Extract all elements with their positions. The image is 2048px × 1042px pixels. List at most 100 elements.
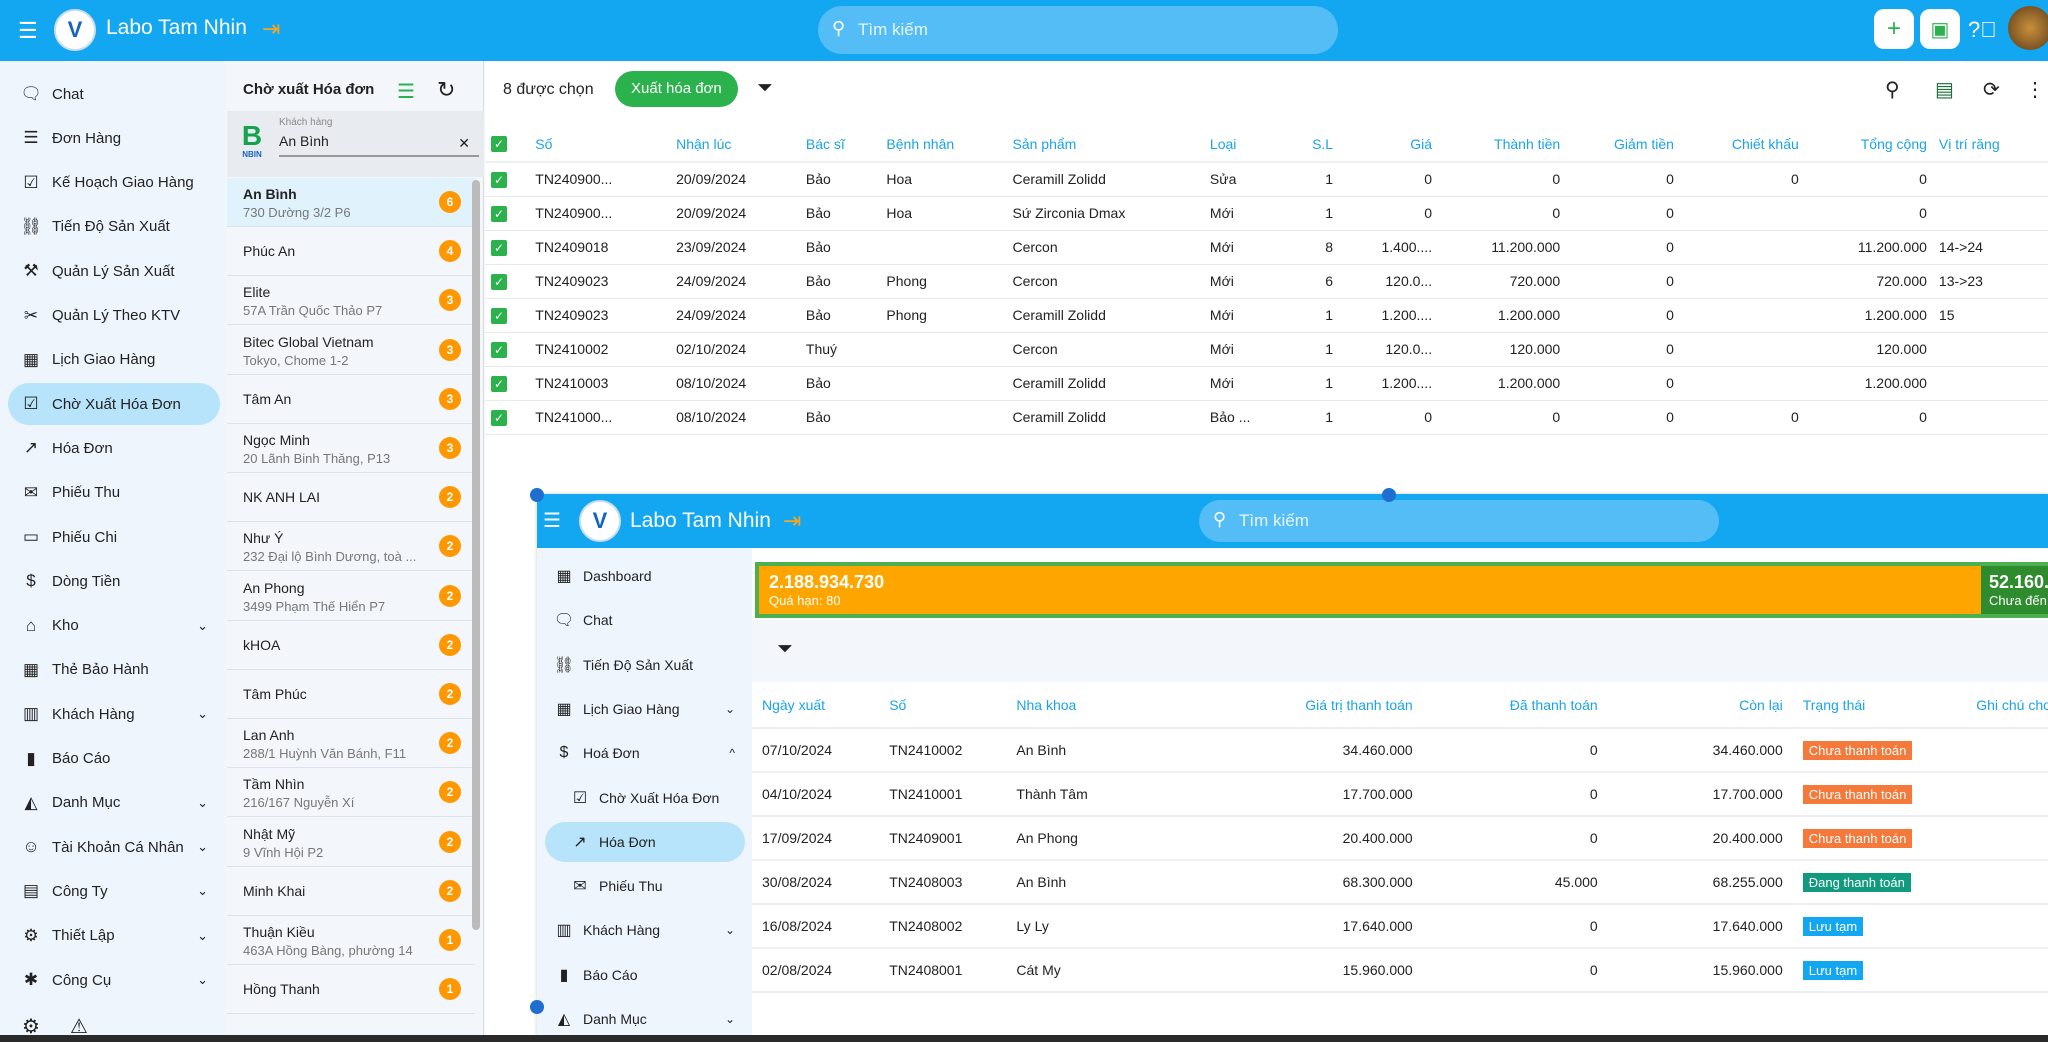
sidebar-item[interactable]: ▭ Phiếu Chi — [8, 516, 220, 558]
sort-filter-icon[interactable]: ☰ — [397, 79, 415, 104]
customer-list-item[interactable]: Như Ý 232 Đại lộ Bình Dương, toà ... 2 — [227, 522, 475, 572]
logout-icon[interactable]: ⇥ — [783, 508, 801, 534]
table-row[interactable]: ✓ TN241000... 08/10/2024 Bảo Ceramill Zolidd… — [485, 400, 2048, 435]
customer-list-item[interactable]: Tâm Phúc 2 — [227, 670, 475, 719]
table-row[interactable]: ✓ TN240900... 20/09/2024 Bảo Hoa Sứ Zirconia … — [485, 196, 2048, 231]
customer-field[interactable]: An Bình — [279, 133, 479, 157]
table-row[interactable]: ✓ TN2409023 24/09/2024 Bảo Phong Ceramill Zol… — [485, 298, 2048, 333]
column-header[interactable]: Vị trí răng — [1932, 126, 2048, 163]
sidebar-item[interactable]: ▦ Lịch Giao Hàng — [8, 339, 220, 381]
clear-icon[interactable]: ✕ — [458, 135, 470, 152]
resize-handle[interactable] — [1382, 488, 1396, 502]
select-all-checkbox[interactable]: ✓ — [485, 126, 530, 163]
row-checkbox[interactable]: ✓ — [485, 400, 530, 435]
table-row[interactable]: ✓ TN2409018 23/09/2024 Bảo Cercon Mới 8 1.400..… — [485, 230, 2048, 265]
table-row[interactable]: ✓ TN240900... 20/09/2024 Bảo Hoa Ceramill Zol… — [485, 162, 2048, 197]
sidebar-item[interactable]: ⛓ Tiến Độ Sản Xuất — [8, 206, 220, 248]
filter-icon[interactable]: ⏷ — [777, 638, 793, 661]
sidebar-item[interactable]: ✉ Phiếu Thu — [8, 472, 220, 514]
sidebar-item[interactable]: ◭ Danh Mục ⌄ — [8, 782, 220, 824]
list-scrollbar[interactable] — [472, 180, 480, 930]
sidebar-item[interactable]: ⌂ Kho ⌄ — [8, 605, 220, 647]
table-row[interactable]: 04/10/2024 TN2410001 Thành Tâm 17.700.000 0 1… — [752, 772, 2048, 817]
sidebar-item[interactable]: ☺ Tài Khoản Cá Nhân ⌄ — [8, 826, 220, 868]
filter-icon[interactable]: ⏷ — [757, 77, 773, 100]
customer-list-item[interactable]: Bitec Global Vietnam Tokyo, Chome 1-2 3 — [227, 326, 475, 375]
add-button[interactable]: + — [1874, 9, 1914, 49]
column-header[interactable]: Sản phẩm — [1006, 126, 1204, 163]
column-header[interactable]: Giảm tiền — [1566, 126, 1680, 163]
resize-handle[interactable] — [530, 488, 544, 502]
sidebar-item[interactable]: ☑ Chờ Xuất Hóa Đơn — [8, 383, 220, 426]
table-row[interactable]: 17/09/2024 TN2409001 An Phong 20.400.000 0 20… — [752, 816, 2048, 861]
overlay-sidebar-item[interactable]: ▥ Khách Hàng ⌄ — [545, 910, 745, 950]
overlay-sidebar-item[interactable]: ▦ Dashboard — [545, 556, 745, 596]
logout-icon[interactable]: ⇥ — [262, 16, 280, 42]
search-input[interactable]: ⚲ Tìm kiếm — [1199, 500, 1719, 542]
customer-list-item[interactable]: Minh Khai 2 — [227, 867, 475, 916]
table-row[interactable]: 30/08/2024 TN2408003 An Bình 68.300.000 45.0… — [752, 860, 2048, 905]
overlay-sidebar-item[interactable]: $ Hoá Đơn ^ — [545, 733, 745, 773]
customer-filter[interactable]: B NBIN Khách hàng An Bình ✕ — [227, 111, 484, 177]
customer-list-item[interactable]: Lan Anh 288/1 Huỳnh Văn Bánh, F11 2 — [227, 719, 475, 769]
sidebar-item[interactable]: ✂ Quản Lý Theo KTV — [8, 295, 220, 337]
row-checkbox[interactable]: ✓ — [485, 230, 530, 265]
row-checkbox[interactable]: ✓ — [485, 366, 530, 401]
overlay-sidebar-item[interactable]: ☑ Chờ Xuất Hóa Đơn — [545, 778, 745, 818]
overlay-sidebar-item[interactable]: ▦ Lịch Giao Hàng ⌄ — [545, 689, 745, 729]
customer-list-item[interactable]: Phúc An 4 — [227, 227, 475, 277]
export-invoice-button[interactable]: Xuất hóa đơn — [615, 71, 738, 107]
column-header[interactable]: Còn lại — [1607, 682, 1793, 729]
resize-handle[interactable] — [530, 1000, 544, 1014]
row-checkbox[interactable]: ✓ — [485, 332, 530, 367]
column-header[interactable]: Giá trị thanh toán — [1191, 682, 1423, 729]
table-row[interactable]: ✓ TN2409023 24/09/2024 Bảo Phong Cercon Mới 6 12… — [485, 264, 2048, 299]
sync-icon[interactable]: ⟳ — [1983, 77, 2000, 102]
customer-list-item[interactable]: An Phong 3499 Phạm Thế Hiển P7 2 — [227, 572, 475, 621]
row-checkbox[interactable]: ✓ — [485, 196, 530, 231]
table-row[interactable]: 02/08/2024 TN2408001 Cát My 15.960.000 0 15.9… — [752, 948, 2048, 993]
more-icon[interactable]: ⋮ — [2025, 77, 2045, 102]
overlay-sidebar-item[interactable]: ◭ Danh Mục ⌄ — [545, 999, 745, 1035]
sidebar-item[interactable]: ▥ Khách Hàng ⌄ — [8, 693, 220, 735]
column-header[interactable]: Đã thanh toán — [1422, 682, 1608, 729]
overlay-sidebar-item[interactable]: ✉ Phiếu Thu — [545, 866, 745, 906]
store-button[interactable]: ▣ — [1920, 9, 1960, 49]
avatar[interactable] — [2008, 6, 2048, 50]
menu-collapse-icon[interactable]: ☰ — [543, 508, 561, 533]
column-header[interactable]: Thành tiền — [1438, 126, 1567, 163]
customer-list-item[interactable]: Ngọc Minh 20 Lãnh Binh Thăng, P13 3 — [227, 424, 475, 473]
column-header[interactable]: Nha khoa — [1006, 682, 1192, 729]
column-header[interactable]: S.L — [1286, 126, 1340, 163]
customer-list-item[interactable]: An Bình 730 Dường 3/2 P6 6 — [227, 178, 475, 227]
column-header[interactable]: Bệnh nhân — [880, 126, 1007, 163]
sidebar-item[interactable]: ⚒ Quản Lý Sản Xuất — [8, 250, 220, 292]
overlay-sidebar-item[interactable]: ⛓ Tiến Độ Sản Xuất — [545, 645, 745, 685]
customer-list-item[interactable]: Hồng Thanh 1 — [227, 965, 475, 1015]
help-icon[interactable]: ?⃝ — [1968, 17, 1997, 43]
search-input[interactable]: ⚲ Tìm kiếm — [818, 6, 1338, 54]
sidebar-item[interactable]: 🗨 Chat — [8, 73, 220, 115]
overlay-sidebar-item[interactable]: ▮ Báo Cáo — [545, 955, 745, 995]
column-header[interactable]: Nhận lúc — [670, 126, 800, 163]
overlay-sidebar-item[interactable]: ↗ Hóa Đơn — [545, 821, 745, 862]
sidebar-item[interactable]: ▦ Thẻ Bảo Hành — [8, 649, 220, 691]
sidebar-item[interactable]: ☰ Đơn Hàng — [8, 117, 220, 159]
menu-collapse-icon[interactable]: ☰ — [18, 18, 38, 44]
customer-list-item[interactable]: Elite 57A Trần Quốc Thảo P7 3 — [227, 276, 475, 326]
table-row[interactable]: ✓ TN2410002 02/10/2024 Thuý Cercon Mới 1 120.0.… — [485, 332, 2048, 367]
column-header[interactable]: Giá — [1339, 126, 1439, 163]
sidebar-item[interactable]: $ Dòng Tiền — [8, 560, 220, 602]
column-header[interactable]: Ngày xuất — [752, 682, 880, 729]
customer-list-item[interactable]: kHOA 2 — [227, 621, 475, 670]
customer-list-item[interactable]: Thuận Kiều 463A Hồng Bàng, phường 14 1 — [227, 916, 475, 965]
search-icon[interactable]: ⚲ — [1885, 77, 1900, 102]
overdue-card[interactable]: 2.188.934.730 Quá hạn: 80 — [759, 566, 1981, 614]
column-header[interactable]: Tổng cộng — [1804, 126, 1933, 163]
column-header[interactable]: Bác sĩ — [799, 126, 881, 163]
sidebar-item[interactable]: ⚙ Thiết Lập ⌄ — [8, 915, 220, 957]
sidebar-item[interactable]: ▮ Báo Cáo — [8, 738, 220, 780]
notdue-card[interactable]: 52.160.0Chưa đến h — [1981, 566, 2048, 614]
column-header[interactable]: Số — [879, 682, 1007, 729]
column-header[interactable]: Số — [529, 126, 671, 163]
